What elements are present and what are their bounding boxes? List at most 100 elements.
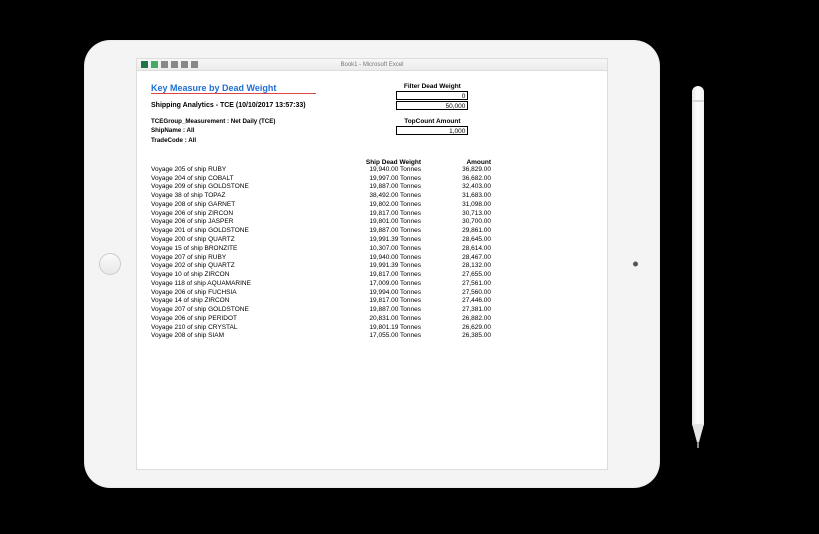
cell-deadweight: 19,887.00 Tonnes	[329, 227, 421, 236]
meta-tradecode: TradeCode : All	[151, 136, 316, 145]
col-header-amount: Amount	[421, 159, 491, 166]
cell-desc: Voyage 207 of ship RUBY	[151, 254, 329, 263]
table-body: Voyage 205 of ship RUBY19,940.00 Tonnes3…	[143, 166, 601, 341]
cell-deadweight: 19,887.00 Tonnes	[329, 306, 421, 315]
table-row: Voyage 204 of ship COBALT19,997.00 Tonne…	[151, 175, 593, 184]
home-button[interactable]	[99, 253, 121, 275]
cell-desc: Voyage 204 of ship COBALT	[151, 175, 329, 184]
cell-deadweight: 19,801.19 Tonnes	[329, 324, 421, 333]
cell-desc: Voyage 207 of ship GOLDSTONE	[151, 306, 329, 315]
toolbar-icon[interactable]	[191, 61, 198, 68]
filter-deadweight-min-input[interactable]: 0	[396, 91, 468, 100]
report-subtitle: Shipping Analytics - TCE (10/10/2017 13:…	[151, 102, 316, 109]
cell-desc: Voyage 206 of ship FUCHSIA	[151, 289, 329, 298]
cell-desc: Voyage 202 of ship QUARTZ	[151, 262, 329, 271]
filter-topcount-input[interactable]: 1,000	[396, 126, 468, 135]
screen: Book1 - Microsoft Excel Key Measure by D…	[136, 58, 608, 470]
cell-amount: 27,560.00	[421, 289, 491, 298]
cell-deadweight: 19,817.00 Tonnes	[329, 210, 421, 219]
cell-deadweight: 19,801.00 Tonnes	[329, 218, 421, 227]
cell-amount: 27,655.00	[421, 271, 491, 280]
cell-desc: Voyage 206 of ship PERIDOT	[151, 315, 329, 324]
table-row: Voyage 208 of ship GARNET19,802.00 Tonne…	[151, 201, 593, 210]
cell-desc: Voyage 206 of ship JASPER	[151, 218, 329, 227]
cell-amount: 28,132.00	[421, 262, 491, 271]
cell-amount: 31,683.00	[421, 192, 491, 201]
table-row: Voyage 14 of ship ZIRCON19,817.00 Tonnes…	[151, 297, 593, 306]
table-row: Voyage 206 of ship ZIRCON19,817.00 Tonne…	[151, 210, 593, 219]
table-row: Voyage 38 of ship TOPAZ38,492.00 Tonnes3…	[151, 192, 593, 201]
app-titlebar: Book1 - Microsoft Excel	[137, 59, 607, 71]
cell-desc: Voyage 38 of ship TOPAZ	[151, 192, 329, 201]
cell-desc: Voyage 209 of ship GOLDSTONE	[151, 183, 329, 192]
cell-amount: 28,467.00	[421, 254, 491, 263]
excel-icon	[141, 61, 148, 68]
cell-amount: 28,614.00	[421, 245, 491, 254]
cell-deadweight: 17,055.00 Tonnes	[329, 332, 421, 341]
report-title: Key Measure by Dead Weight	[151, 83, 316, 94]
cell-amount: 36,682.00	[421, 175, 491, 184]
filter-panel: Filter Dead Weight 0 50,000 TopCount Amo…	[396, 83, 468, 145]
table-row: Voyage 201 of ship GOLDSTONE19,887.00 To…	[151, 227, 593, 236]
cell-amount: 27,561.00	[421, 280, 491, 289]
cell-amount: 29,861.00	[421, 227, 491, 236]
cell-amount: 31,098.00	[421, 201, 491, 210]
cell-deadweight: 38,492.00 Tonnes	[329, 192, 421, 201]
cell-desc: Voyage 206 of ship ZIRCON	[151, 210, 329, 219]
worksheet-content: Key Measure by Dead Weight Shipping Anal…	[137, 71, 607, 469]
cell-desc: Voyage 15 of ship BRONZITE	[151, 245, 329, 254]
meta-measurement: TCEGroup_Measurement : Net Daily (TCE)	[151, 117, 316, 126]
cell-desc: Voyage 210 of ship CRYSTAL	[151, 324, 329, 333]
cell-deadweight: 20,831.00 Tonnes	[329, 315, 421, 324]
cell-deadweight: 19,817.00 Tonnes	[329, 297, 421, 306]
cell-desc: Voyage 208 of ship SIAM	[151, 332, 329, 341]
window-title: Book1 - Microsoft Excel	[340, 62, 403, 68]
cell-deadweight: 19,802.00 Tonnes	[329, 201, 421, 210]
cell-amount: 27,381.00	[421, 306, 491, 315]
table-row: Voyage 206 of ship FUCHSIA19,994.00 Tonn…	[151, 289, 593, 298]
stylus-pencil	[692, 86, 704, 466]
cell-amount: 30,713.00	[421, 210, 491, 219]
cell-deadweight: 19,887.00 Tonnes	[329, 183, 421, 192]
cell-amount: 27,446.00	[421, 297, 491, 306]
cell-desc: Voyage 205 of ship RUBY	[151, 166, 329, 175]
cell-deadweight: 10,307.00 Tonnes	[329, 245, 421, 254]
filter-deadweight-max-input[interactable]: 50,000	[396, 101, 468, 110]
cell-amount: 28,645.00	[421, 236, 491, 245]
cell-deadweight: 19,994.00 Tonnes	[329, 289, 421, 298]
cell-deadweight: 19,817.00 Tonnes	[329, 271, 421, 280]
toolbar-icon[interactable]	[181, 61, 188, 68]
save-icon[interactable]	[151, 61, 158, 68]
cell-deadweight: 19,997.00 Tonnes	[329, 175, 421, 184]
cell-deadweight: 19,991.39 Tonnes	[329, 236, 421, 245]
cell-amount: 26,629.00	[421, 324, 491, 333]
cell-deadweight: 19,991.39 Tonnes	[329, 262, 421, 271]
cell-desc: Voyage 10 of ship ZIRCON	[151, 271, 329, 280]
table-row: Voyage 118 of ship AQUAMARINE17,009.00 T…	[151, 280, 593, 289]
cell-desc: Voyage 14 of ship ZIRCON	[151, 297, 329, 306]
meta-shipname: ShipName : All	[151, 126, 316, 135]
table-row: Voyage 200 of ship QUARTZ19,991.39 Tonne…	[151, 236, 593, 245]
cell-amount: 26,882.00	[421, 315, 491, 324]
cell-desc: Voyage 118 of ship AQUAMARINE	[151, 280, 329, 289]
table-row: Voyage 10 of ship ZIRCON19,817.00 Tonnes…	[151, 271, 593, 280]
table-row: Voyage 208 of ship SIAM17,055.00 Tonnes2…	[151, 332, 593, 341]
table-row: Voyage 209 of ship GOLDSTONE19,887.00 To…	[151, 183, 593, 192]
redo-icon[interactable]	[171, 61, 178, 68]
table-row: Voyage 207 of ship RUBY19,940.00 Tonnes2…	[151, 254, 593, 263]
cell-deadweight: 19,940.00 Tonnes	[329, 254, 421, 263]
filter-deadweight-label: Filter Dead Weight	[404, 83, 461, 90]
filter-topcount-label: TopCount Amount	[404, 118, 460, 125]
table-row: Voyage 206 of ship JASPER19,801.00 Tonne…	[151, 218, 593, 227]
cell-deadweight: 17,009.00 Tonnes	[329, 280, 421, 289]
table-row: Voyage 210 of ship CRYSTAL19,801.19 Tonn…	[151, 324, 593, 333]
cell-desc: Voyage 200 of ship QUARTZ	[151, 236, 329, 245]
undo-icon[interactable]	[161, 61, 168, 68]
table-header-row: Ship Dead Weight Amount	[143, 159, 601, 166]
table-row: Voyage 205 of ship RUBY19,940.00 Tonnes3…	[151, 166, 593, 175]
tablet-device-frame: Book1 - Microsoft Excel Key Measure by D…	[84, 40, 660, 488]
cell-desc: Voyage 201 of ship GOLDSTONE	[151, 227, 329, 236]
cell-amount: 36,829.00	[421, 166, 491, 175]
cell-amount: 30,700.00	[421, 218, 491, 227]
cell-deadweight: 19,940.00 Tonnes	[329, 166, 421, 175]
